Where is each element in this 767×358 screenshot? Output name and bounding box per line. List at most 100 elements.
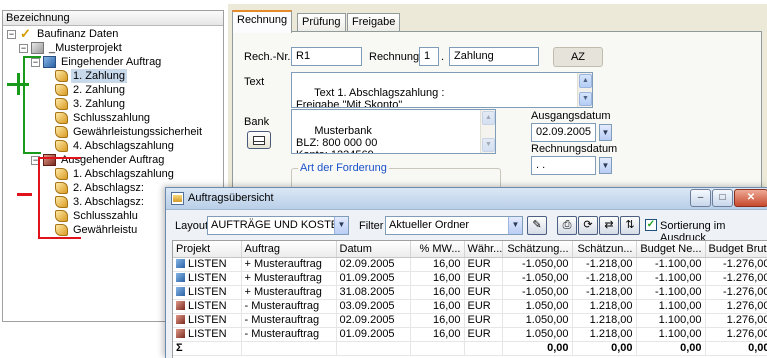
- chevron-down-icon[interactable]: ▼: [508, 217, 522, 234]
- tree-item[interactable]: 4. Abschlagszahlung: [55, 139, 176, 153]
- cell-value: LISTEN: [188, 299, 227, 312]
- table-row[interactable]: LISTEN + Musterauftrag 01.09.2005 16,00 EUR -…: [173, 271, 767, 286]
- cell-value: 03.09.2005: [339, 299, 395, 312]
- tree-item[interactable]: 2. Zahlung: [55, 83, 127, 97]
- column-header[interactable]: Budget Brut...: [705, 241, 767, 258]
- bank-scrollbar[interactable]: ▲ ▼: [480, 110, 495, 153]
- maximize-icon[interactable]: □: [712, 189, 733, 207]
- date-dropdown-icon[interactable]: ▼: [599, 124, 612, 141]
- column-header[interactable]: Schätzun...: [572, 241, 637, 258]
- cell-value: -1.100,00: [655, 257, 702, 270]
- tree-item[interactable]: Eingehender Auftrag: [43, 55, 163, 69]
- cell-value: + Musterauftrag: [244, 285, 322, 298]
- collapse-toggle-icon[interactable]: −: [7, 30, 16, 39]
- cell-value: LISTEN: [188, 285, 227, 298]
- ausgangsdatum-field[interactable]: 02.09.2005: [531, 123, 596, 142]
- column-header[interactable]: Datum: [336, 241, 411, 258]
- table-row[interactable]: LISTEN - Musterauftrag 01.09.2005 16,00 EUR 1…: [173, 327, 767, 342]
- rechnungsdatum-field[interactable]: . .: [531, 156, 596, 175]
- column-header[interactable]: Auftrag: [241, 241, 337, 258]
- cell-value: -1.276,00: [723, 271, 767, 284]
- bank-field[interactable]: Musterbank BLZ: 800 000 00 Konto: 123456…: [291, 109, 496, 154]
- table-cell: - Musterauftrag: [241, 313, 337, 328]
- table-cell: 1.218,00: [572, 327, 637, 342]
- table-cell: 1.050,00: [502, 327, 573, 342]
- scroll-up-icon[interactable]: ▲: [579, 74, 592, 88]
- sort-icon[interactable]: ⇅: [620, 216, 640, 235]
- text-scrollbar[interactable]: ▲ ▼: [577, 73, 592, 107]
- sum-cell: [464, 340, 503, 356]
- edit-pencil-icon[interactable]: ✎: [527, 216, 547, 235]
- table-cell: 1.218,00: [572, 313, 637, 328]
- scroll-down-icon[interactable]: ▼: [579, 92, 592, 106]
- column-header[interactable]: Schätzung...: [502, 241, 573, 258]
- tab-rechnung[interactable]: Rechnung: [232, 10, 293, 33]
- tree-item-label: 2. Abschlagsz:: [73, 182, 144, 194]
- table-row[interactable]: LISTEN - Musterauftrag 03.09.2005 16,00 EUR 1…: [173, 299, 767, 314]
- scroll-down-icon[interactable]: ▼: [482, 138, 495, 152]
- table-cell: - Musterauftrag: [241, 327, 337, 342]
- collapse-toggle-icon[interactable]: −: [19, 44, 28, 53]
- cell-value: - Musterauftrag: [244, 327, 320, 340]
- rech-nr-field[interactable]: R1: [291, 47, 362, 66]
- print-icon[interactable]: ⎙: [557, 216, 577, 235]
- table-row[interactable]: LISTEN + Musterauftrag 02.09.2005 16,00 EUR -…: [173, 257, 767, 272]
- sort-print-checkbox[interactable]: ✓: [645, 219, 657, 231]
- tree-item[interactable]: Schlusszahlung: [55, 111, 152, 125]
- table-cell: LISTEN: [173, 313, 242, 328]
- layout-select[interactable]: AUFTRÄGE UND KOSTEN ▼: [207, 216, 349, 235]
- window-app-icon: [171, 192, 184, 205]
- table-cell: 03.09.2005: [336, 299, 411, 314]
- refresh-icon[interactable]: ⟳: [578, 216, 598, 235]
- check-icon: ✓: [20, 26, 31, 41]
- column-header[interactable]: % MW...: [410, 241, 465, 258]
- column-header[interactable]: Währ...: [464, 241, 503, 258]
- date-dropdown-icon[interactable]: ▼: [599, 157, 612, 174]
- cell-value: -1.100,00: [655, 285, 702, 298]
- cell-value: 16,00: [432, 299, 461, 312]
- sum-cell: 0,00: [502, 340, 573, 356]
- tree-item[interactable]: Gewährleistungssicherheit: [55, 125, 204, 139]
- table-cell: EUR: [464, 257, 503, 272]
- window-titlebar[interactable]: Auftragsübersicht – □ ✕: [166, 188, 767, 210]
- export-icon[interactable]: ⇄: [599, 216, 619, 235]
- table-cell: 02.09.2005: [336, 313, 411, 328]
- cell-value: 1.218,00: [589, 299, 633, 312]
- tree-header[interactable]: Bezeichnung: [3, 11, 223, 26]
- bank-select-button[interactable]: [247, 131, 271, 149]
- rechnung-name-field[interactable]: Zahlung: [449, 47, 539, 66]
- tree-item[interactable]: 1. Zahlung: [55, 69, 127, 83]
- table-cell: LISTEN: [173, 271, 242, 286]
- table-cell: 1.276,00: [705, 313, 767, 328]
- table-cell: 16,00: [410, 271, 465, 286]
- table-row[interactable]: LISTEN + Musterauftrag 31.08.2005 16,00 EUR -…: [173, 285, 767, 300]
- cell-value: 31.08.2005: [339, 285, 395, 298]
- plus-marker: [7, 73, 29, 95]
- column-header[interactable]: Projekt: [173, 241, 242, 258]
- filter-select[interactable]: Aktueller Ordner ▼: [385, 216, 523, 235]
- cell-value: 1.276,00: [726, 327, 767, 340]
- cube-blue-icon: [176, 258, 185, 268]
- minus-marker: [17, 193, 32, 196]
- table-cell: 1.050,00: [502, 313, 573, 328]
- tree-item[interactable]: _Musterprojekt: [31, 41, 124, 55]
- cell-value: 1.100,00: [658, 327, 702, 340]
- table-cell: EUR: [464, 313, 503, 328]
- minimize-icon[interactable]: –: [690, 189, 711, 207]
- tree-item[interactable]: ✓ Baufinanz Daten: [19, 27, 120, 41]
- rechnung-number-field[interactable]: 1: [419, 47, 439, 66]
- table-cell: EUR: [464, 285, 503, 300]
- column-header[interactable]: Budget Ne...: [636, 241, 706, 258]
- scroll-up-icon[interactable]: ▲: [482, 111, 495, 125]
- tree-item[interactable]: 3. Zahlung: [55, 97, 127, 111]
- chevron-down-icon[interactable]: ▼: [334, 217, 348, 234]
- text-field[interactable]: Text 1. Abschlagszahlung : Freigabe "Mit…: [291, 72, 593, 108]
- cell-value: 16,00: [432, 257, 461, 270]
- cell-value: 01.09.2005: [339, 327, 395, 340]
- table-row[interactable]: LISTEN - Musterauftrag 02.09.2005 16,00 EUR 1…: [173, 313, 767, 328]
- az-button[interactable]: AZ: [553, 47, 603, 67]
- close-icon[interactable]: ✕: [734, 189, 767, 207]
- tab-freigabe[interactable]: Freigabe: [347, 13, 401, 32]
- tab-pruefung[interactable]: Prüfung: [297, 13, 346, 32]
- table-cell: 1.276,00: [705, 299, 767, 314]
